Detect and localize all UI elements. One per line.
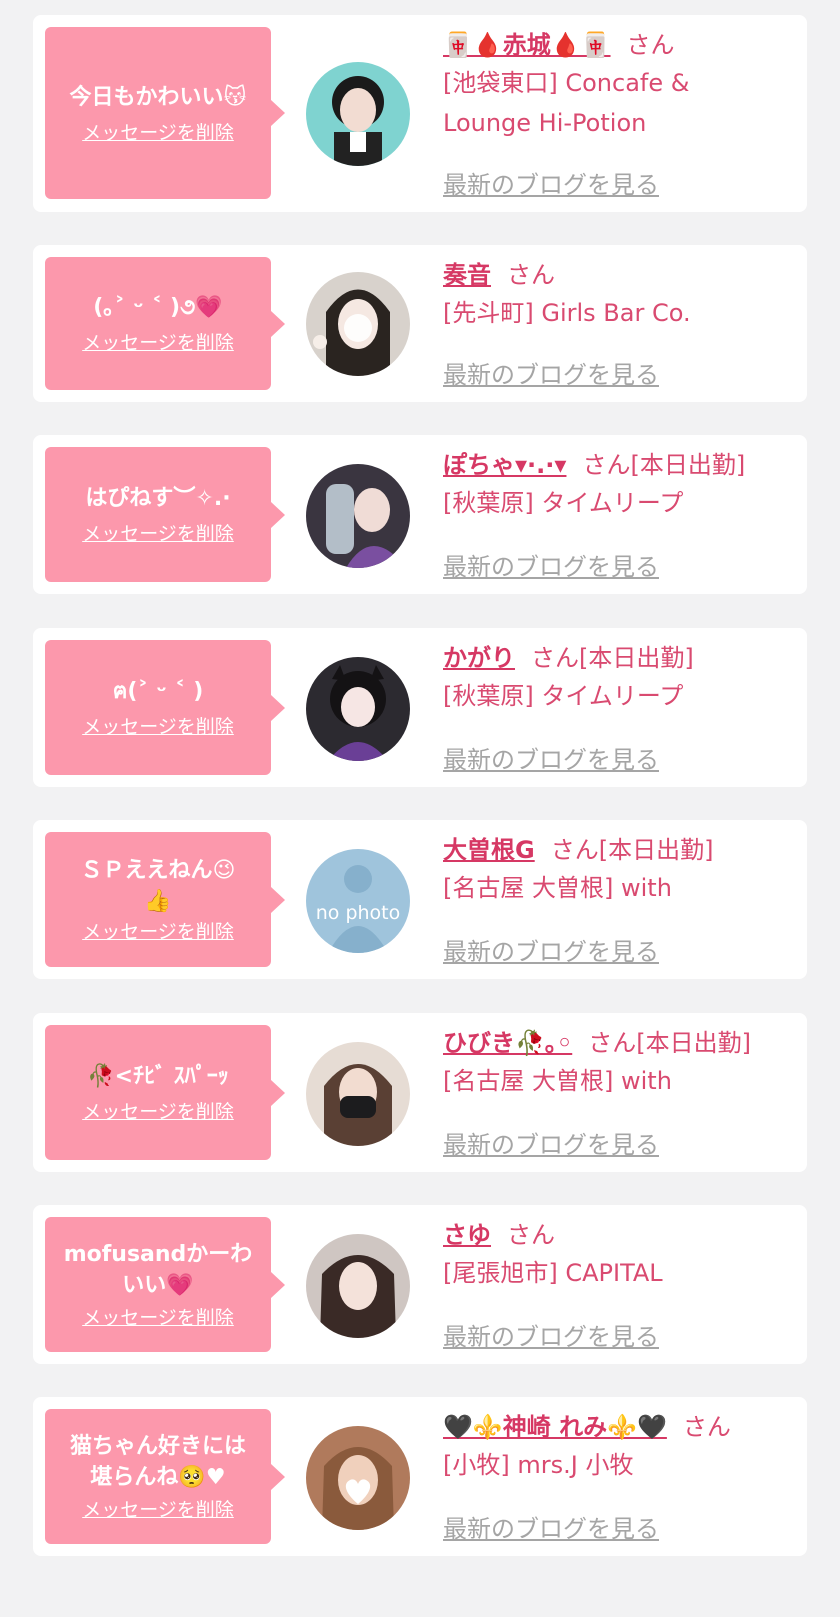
message-card: はぴねす︶✧.· メッセージを削除 ぽちゃ▾·.·▾ さん[本日出勤] [秋葉原]… bbox=[33, 435, 807, 594]
san-suffix: さん bbox=[531, 644, 579, 672]
name-line: 🀄🩸赤城🩸🀄 さん bbox=[443, 27, 799, 63]
name-line: かがり さん[本日出勤] bbox=[443, 640, 799, 676]
delete-message-link[interactable]: メッセージを削除 bbox=[82, 919, 234, 945]
message-bubble: mofusandかーわ いい💗 メッセージを削除 bbox=[45, 1217, 285, 1352]
shop-name: [先斗町] Girls Bar Co. bbox=[443, 299, 691, 327]
san-suffix: さん bbox=[682, 1413, 731, 1441]
san-suffix: さん bbox=[550, 836, 599, 864]
cast-info: 🀄🩸赤城🩸🀄 さん [池袋東口] Concafe & Lounge Hi-Poti… bbox=[443, 27, 799, 143]
message-bubble: 今日もかわいい😽 メッセージを削除 bbox=[45, 27, 285, 199]
message-card: mofusandかーわ いい💗 メッセージを削除 さゆ さん [尾張旭市] CAP… bbox=[33, 1205, 807, 1364]
latest-blog-link[interactable]: 最新のブログを見る bbox=[443, 165, 659, 200]
shift-badge: [本日出勤] bbox=[630, 451, 746, 479]
san-suffix: さん bbox=[507, 1221, 555, 1249]
message-text: mofusandかーわ いい💗 bbox=[63, 1241, 253, 1298]
latest-blog-link[interactable]: 最新のブログを見る bbox=[443, 1509, 659, 1544]
avatar[interactable] bbox=[306, 1042, 410, 1146]
delete-message-link[interactable]: メッセージを削除 bbox=[82, 120, 234, 146]
latest-blog-link[interactable]: 最新のブログを見る bbox=[443, 1125, 659, 1160]
cast-name-link[interactable]: ひびき🥀｡◦ bbox=[443, 1029, 572, 1057]
shop-name: [小牧] mrs.J 小牧 bbox=[443, 1451, 634, 1479]
cast-info: かがり さん[本日出勤] [秋葉原] タイムリープ bbox=[443, 640, 799, 716]
cast-info: ひびき🥀｡◦ さん[本日出勤] [名古屋 大曽根] with bbox=[443, 1025, 799, 1101]
delete-message-link[interactable]: メッセージを削除 bbox=[82, 1305, 234, 1331]
delete-message-link[interactable]: メッセージを削除 bbox=[82, 521, 234, 547]
san-suffix: さん bbox=[626, 31, 675, 59]
message-bubble: 🥀<ﾁﾋﾞ ｽﾊﾟｰｯ メッセージを削除 bbox=[45, 1025, 285, 1160]
shop-name: [秋葉原] タイムリープ bbox=[443, 682, 684, 710]
cast-info: 大曽根G さん[本日出勤] [名古屋 大曽根] with bbox=[443, 832, 799, 908]
message-card: ＳＰええねん😉 👍 メッセージを削除 no photo 大曽根G さん[本日出勤]… bbox=[33, 820, 807, 979]
cast-name-link[interactable]: 🖤⚜️神崎 れみ⚜️🖤 bbox=[443, 1413, 667, 1441]
message-card: 🥀<ﾁﾋﾞ ｽﾊﾟｰｯ メッセージを削除 ひびき🥀｡◦ さん[本日出勤] [名古屋… bbox=[33, 1013, 807, 1172]
delete-message-link[interactable]: メッセージを削除 bbox=[82, 330, 234, 356]
shop-name: [池袋東口] Concafe & Lounge Hi-Potion bbox=[443, 69, 690, 137]
message-card: ฅ(˃ ᵕ ˂ ) メッセージを削除 かがり さん[本日出勤] [秋葉原] タイム… bbox=[33, 628, 807, 787]
shop-name: [尾張旭市] CAPITAL bbox=[443, 1259, 663, 1287]
shift-badge: [本日出勤] bbox=[579, 644, 694, 672]
no-photo-text: no photo bbox=[316, 902, 401, 924]
shift-badge: [本日出勤] bbox=[636, 1029, 751, 1057]
message-bubble: (｡˃ ᵕ ˂ )૭💗 メッセージを削除 bbox=[45, 257, 285, 390]
avatar[interactable] bbox=[306, 657, 410, 761]
message-bubble: ＳＰええねん😉 👍 メッセージを削除 bbox=[45, 832, 285, 967]
cast-info: さゆ さん [尾張旭市] CAPITAL bbox=[443, 1217, 799, 1293]
shop-name: [秋葉原] タイムリープ bbox=[443, 489, 684, 517]
message-text: 今日もかわいい😽 bbox=[69, 84, 247, 110]
avatar[interactable] bbox=[306, 1426, 410, 1530]
delete-message-link[interactable]: メッセージを削除 bbox=[82, 1099, 234, 1125]
avatar-no-photo[interactable]: no photo bbox=[306, 849, 410, 953]
san-suffix: さん bbox=[582, 451, 631, 479]
message-card: (｡˃ ᵕ ˂ )૭💗 メッセージを削除 奏音 さん [先斗町] Girls Ba… bbox=[33, 245, 807, 402]
cast-info: 🖤⚜️神崎 れみ⚜️🖤 さん [小牧] mrs.J 小牧 bbox=[443, 1409, 799, 1485]
message-text: ＳＰええねん😉 👍 bbox=[80, 857, 236, 914]
avatar[interactable] bbox=[306, 1234, 410, 1338]
delete-message-link[interactable]: メッセージを削除 bbox=[82, 714, 234, 740]
message-text: ฅ(˃ ᵕ ˂ ) bbox=[112, 679, 204, 704]
avatar[interactable] bbox=[306, 62, 410, 166]
message-text: 🥀<ﾁﾋﾞ ｽﾊﾟｰｯ bbox=[87, 1064, 229, 1089]
cast-name-link[interactable]: 🀄🩸赤城🩸🀄 bbox=[443, 31, 611, 59]
message-card: 今日もかわいい😽 メッセージを削除 🀄🩸赤城🩸🀄 さん [池袋東口] Concaf… bbox=[33, 15, 807, 212]
shop-name: [名古屋 大曽根] with bbox=[443, 874, 672, 902]
cast-info: 奏音 さん [先斗町] Girls Bar Co. bbox=[443, 257, 799, 333]
cast-name-link[interactable]: 奏音 bbox=[443, 261, 491, 289]
name-line: ひびき🥀｡◦ さん[本日出勤] bbox=[443, 1025, 799, 1061]
name-line: ぽちゃ▾·.·▾ さん[本日出勤] bbox=[443, 447, 799, 483]
message-card: 猫ちゃん好きには 堪らんね🥺♥ メッセージを削除 🖤⚜️神崎 れみ⚜️🖤 さん [… bbox=[33, 1397, 807, 1556]
latest-blog-link[interactable]: 最新のブログを見る bbox=[443, 547, 659, 582]
message-text: (｡˃ ᵕ ˂ )૭💗 bbox=[93, 295, 223, 320]
cast-name-link[interactable]: 大曽根G bbox=[443, 836, 535, 864]
message-bubble: 猫ちゃん好きには 堪らんね🥺♥ メッセージを削除 bbox=[45, 1409, 285, 1544]
message-text: 猫ちゃん好きには 堪らんね🥺♥ bbox=[69, 1433, 246, 1490]
message-bubble: はぴねす︶✧.· メッセージを削除 bbox=[45, 447, 285, 582]
avatar[interactable] bbox=[306, 464, 410, 568]
cast-name-link[interactable]: さゆ bbox=[443, 1221, 491, 1249]
shift-badge: [本日出勤] bbox=[598, 836, 714, 864]
latest-blog-link[interactable]: 最新のブログを見る bbox=[443, 355, 659, 390]
delete-message-link[interactable]: メッセージを削除 bbox=[82, 1497, 234, 1523]
latest-blog-link[interactable]: 最新のブログを見る bbox=[443, 740, 659, 775]
san-suffix: さん bbox=[507, 261, 555, 289]
name-line: 大曽根G さん[本日出勤] bbox=[443, 832, 799, 868]
message-text: はぴねす︶✧.· bbox=[85, 486, 231, 511]
avatar[interactable] bbox=[306, 272, 410, 376]
name-line: 🖤⚜️神崎 れみ⚜️🖤 さん bbox=[443, 1409, 799, 1445]
shop-name: [名古屋 大曽根] with bbox=[443, 1067, 672, 1095]
latest-blog-link[interactable]: 最新のブログを見る bbox=[443, 1317, 659, 1352]
latest-blog-link[interactable]: 最新のブログを見る bbox=[443, 932, 659, 967]
cast-name-link[interactable]: かがり bbox=[443, 644, 515, 672]
san-suffix: さん bbox=[588, 1029, 637, 1057]
name-line: さゆ さん bbox=[443, 1217, 799, 1253]
message-bubble: ฅ(˃ ᵕ ˂ ) メッセージを削除 bbox=[45, 640, 285, 775]
name-line: 奏音 さん bbox=[443, 257, 799, 293]
cast-name-link[interactable]: ぽちゃ▾·.·▾ bbox=[443, 451, 566, 479]
cast-info: ぽちゃ▾·.·▾ さん[本日出勤] [秋葉原] タイムリープ bbox=[443, 447, 799, 523]
